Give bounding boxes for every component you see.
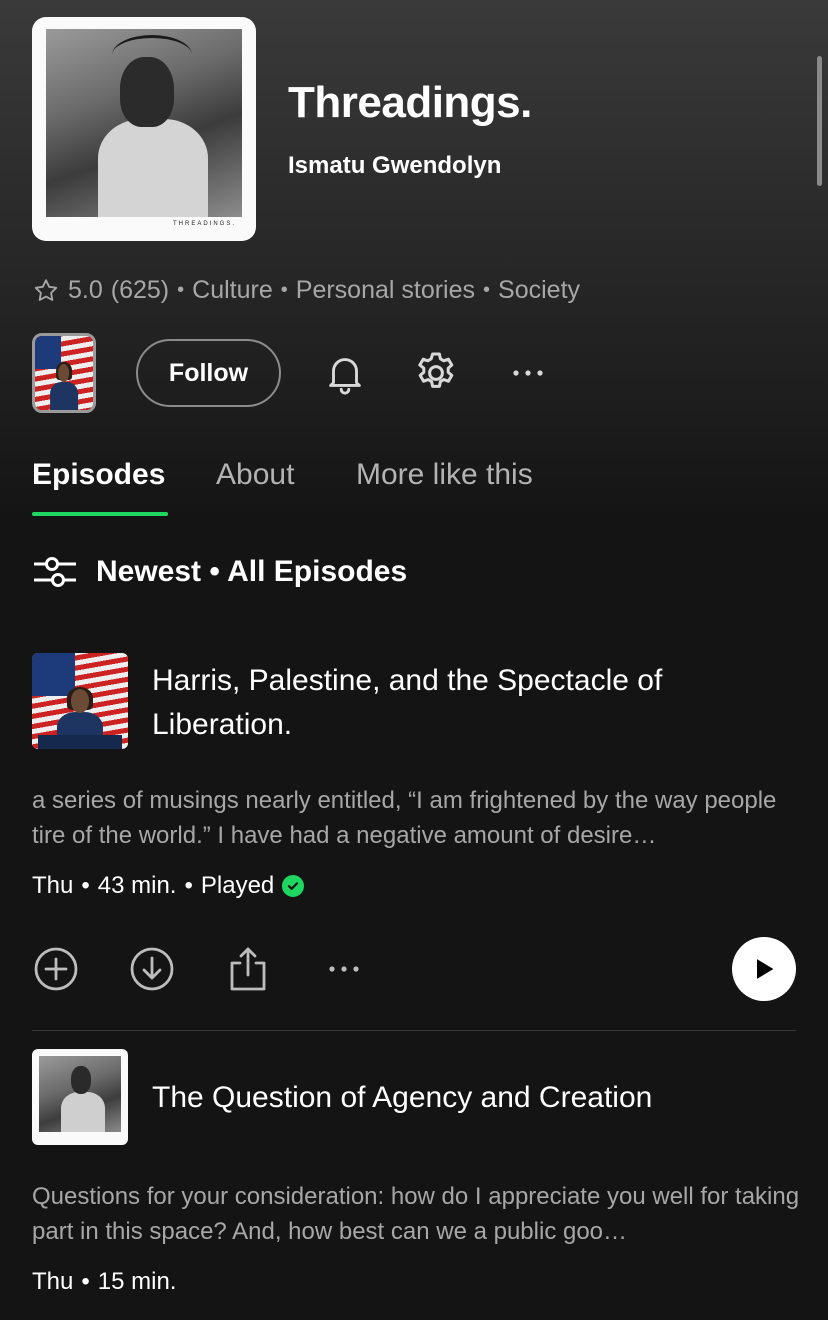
episode-status: Played [200,872,275,899]
rating-value: 5.0 [68,276,103,304]
more-options-icon[interactable] [504,349,552,397]
share-icon[interactable] [224,945,272,993]
episode-meta: Thu • 43 min. • Played [32,872,305,900]
podcast-title: Threadings. [288,78,532,127]
tab-episodes[interactable]: Episodes [32,458,165,492]
download-icon[interactable] [128,945,176,993]
podcast-actions: Follow [32,333,796,413]
podcast-author[interactable]: Ismatu Gwendolyn [288,152,501,180]
episode-thumbnail[interactable] [32,653,128,749]
play-icon [757,959,774,979]
category-culture[interactable]: Culture [192,276,273,305]
cover-brand-text: THREADINGS. [172,221,236,227]
episode-divider [32,1030,796,1031]
gear-icon[interactable] [412,349,460,397]
rating-count: (625) [110,276,170,304]
filter-sliders-icon [34,557,76,587]
cover-photo [46,29,242,217]
star-icon [34,278,58,301]
filter-label: Newest • All Episodes [96,555,408,588]
episode-thumbnail[interactable] [32,1049,128,1145]
play-button[interactable] [732,937,796,1001]
category-personal-stories[interactable]: Personal stories [296,276,475,305]
podcast-cover-art: THREADINGS. [32,17,256,241]
episode-duration: 15 min. [97,1268,177,1295]
active-tab-indicator [32,512,168,516]
episode-title[interactable]: The Question of Agency and Creation [152,1076,772,1120]
episode-day: Thu [32,1268,74,1295]
episode-description[interactable]: Questions for your consideration: how do… [32,1179,802,1249]
episode-meta: Thu • 15 min. [32,1268,177,1295]
follow-button[interactable]: Follow [136,339,281,407]
episode-day: Thu [32,872,74,899]
played-check-icon [282,875,305,897]
episode-description[interactable]: a series of musings nearly entitled, “I … [32,783,802,853]
episode-more-icon[interactable] [320,945,368,993]
episode-actions [32,937,796,1001]
latest-episode-thumbnail[interactable] [32,333,96,413]
tab-more-like-this[interactable]: More like this [356,458,533,492]
tab-about[interactable]: About [216,458,294,492]
episode-duration: 43 min. [97,872,177,899]
add-to-library-icon[interactable] [32,945,80,993]
podcast-meta: 5.0 (625) • Culture • Personal stories •… [32,276,580,305]
bell-icon[interactable] [321,349,369,397]
tab-bar: Episodes About More like this [32,458,796,518]
episode-title[interactable]: Harris, Palestine, and the Spectacle of … [152,659,772,747]
scrollbar[interactable] [817,56,822,186]
episode-filter[interactable]: Newest • All Episodes [32,552,407,592]
category-society[interactable]: Society [498,276,580,305]
